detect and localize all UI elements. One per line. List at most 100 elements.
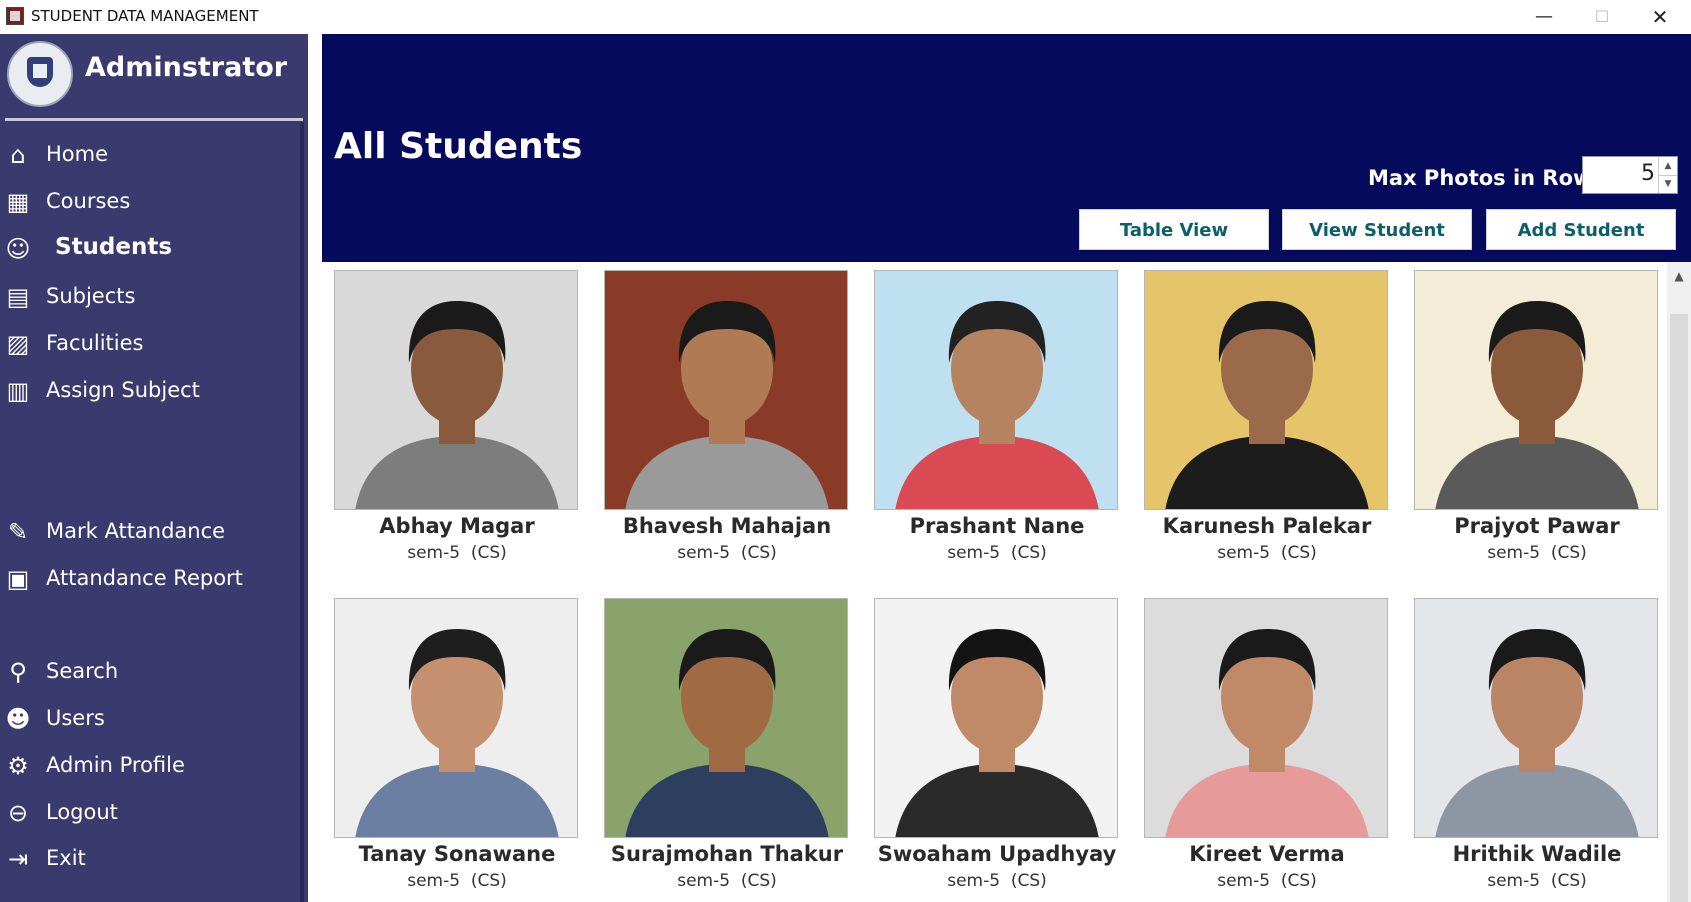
max-photos-spinner[interactable]: 5 ▲ ▼ (1582, 156, 1678, 194)
sidebar-item-faculities[interactable]: ▨ Faculities (0, 324, 300, 364)
student-name: Kireet Verma (1189, 842, 1345, 866)
student-card[interactable]: Tanay Sonawane sem-5 (CS) (322, 590, 578, 891)
sidebar-item-label: Logout (46, 800, 118, 824)
sidebar-item-label: Courses (46, 189, 131, 213)
student-semester: sem-5 (CS) (1217, 871, 1317, 891)
max-photos-label: Max Photos in Row (1368, 166, 1593, 190)
student-name: Surajmohan Thakur (610, 842, 844, 866)
sidebar-item-attandance-report[interactable]: ▣ Attandance Report (0, 559, 300, 599)
student-photo[interactable] (604, 270, 848, 510)
student-name: Tanay Sonawane (358, 842, 556, 866)
sidebar-item-home[interactable]: ⌂ Home (0, 135, 300, 175)
student-semester: sem-5 (CS) (677, 871, 777, 891)
student-photo[interactable] (334, 598, 578, 838)
student-card[interactable]: Bhavesh Mahajan sem-5 (CS) (592, 262, 848, 563)
student-card[interactable]: Hrithik Wadile sem-5 (CS) (1402, 590, 1658, 891)
view-student-button[interactable]: View Student (1282, 209, 1472, 250)
sidebar-item-search[interactable]: ⚲ Search (0, 652, 300, 692)
student-name: Hrithik Wadile (1452, 842, 1622, 866)
student-photo[interactable] (1414, 270, 1658, 510)
users-icon: ☻ (5, 705, 31, 733)
exit-icon: ⇥ (7, 845, 29, 873)
student-semester: sem-5 (CS) (1217, 543, 1317, 563)
add-student-button[interactable]: Add Student (1486, 209, 1676, 250)
sidebar-item-exit[interactable]: ⇥ Exit (0, 839, 300, 879)
student-semester: sem-5 (CS) (407, 543, 507, 563)
student-photo[interactable] (874, 270, 1118, 510)
sidebar-item-label: Search (46, 659, 119, 683)
sidebar-item-label: Home (46, 142, 109, 166)
courses-icon: ▦ (6, 188, 30, 216)
minimize-button[interactable]: — (1515, 0, 1573, 34)
sidebar-item-label: Exit (46, 846, 86, 870)
table-view-button[interactable]: Table View (1079, 209, 1269, 250)
subjects-icon: ▤ (6, 283, 30, 311)
page-header: All Students Max Photos in Row 5 ▲ ▼ Tab… (322, 34, 1691, 262)
sidebar-title: Adminstrator (85, 52, 288, 83)
sidebar-item-label: Admin Profile (46, 753, 185, 777)
sidebar-item-label: Faculities (46, 331, 144, 355)
student-photo[interactable] (1144, 270, 1388, 510)
student-semester: sem-5 (CS) (1487, 543, 1587, 563)
student-photo[interactable] (874, 598, 1118, 838)
scroll-up-icon[interactable]: ▲ (1667, 268, 1691, 284)
sidebar-item-label: Users (46, 706, 105, 730)
grid-scrollbar[interactable]: ▲ (1667, 262, 1691, 902)
sidebar-scrollbar[interactable] (300, 122, 304, 902)
student-photo[interactable] (604, 598, 848, 838)
sidebar-divider (5, 118, 303, 121)
student-name: Swoaham Upadhyay (877, 842, 1117, 866)
student-photo[interactable] (1414, 598, 1658, 838)
student-card[interactable]: Prajyot Pawar sem-5 (CS) (1402, 262, 1658, 563)
window-title: STUDENT DATA MANAGEMENT (31, 7, 259, 25)
student-icon: ☺ (5, 235, 31, 263)
sidebar-item-label: Students (55, 234, 173, 260)
sidebar-item-admin-profile[interactable]: ⚙ Admin Profile (0, 746, 300, 786)
attendance-icon: ✎ (7, 518, 29, 546)
home-icon: ⌂ (10, 141, 26, 169)
student-name: Abhay Magar (379, 514, 535, 538)
logout-icon: ⊖ (7, 799, 29, 827)
close-button[interactable]: ✕ (1631, 0, 1689, 34)
student-card[interactable]: Kireet Verma sem-5 (CS) (1132, 590, 1388, 891)
sidebar-item-assign-subject[interactable]: ▥ Assign Subject (0, 371, 300, 411)
student-grid: Abhay Magar sem-5 (CS) Bhavesh Mahajan sem-… (322, 262, 1667, 902)
maximize-button[interactable]: ☐ (1573, 0, 1631, 34)
student-card[interactable]: Swoaham Upadhyay sem-5 (CS) (862, 590, 1118, 891)
student-semester: sem-5 (CS) (1487, 871, 1587, 891)
spinner-up-icon[interactable]: ▲ (1658, 157, 1677, 176)
faculties-icon: ▨ (6, 330, 30, 358)
student-card[interactable]: Surajmohan Thakur sem-5 (CS) (592, 590, 848, 891)
assign-icon: ▥ (6, 377, 30, 405)
sidebar-item-label: Attandance Report (46, 566, 243, 590)
student-photo[interactable] (334, 270, 578, 510)
student-semester: sem-5 (CS) (677, 543, 777, 563)
student-photo[interactable] (1144, 598, 1388, 838)
sidebar-item-users[interactable]: ☻ Users (0, 699, 300, 739)
student-card[interactable]: Abhay Magar sem-5 (CS) (322, 262, 578, 563)
student-card[interactable]: Karunesh Palekar sem-5 (CS) (1132, 262, 1388, 563)
student-name: Bhavesh Mahajan (622, 514, 832, 538)
student-name: Karunesh Palekar (1162, 514, 1372, 538)
student-semester: sem-5 (CS) (947, 871, 1047, 891)
page-title: All Students (334, 126, 583, 167)
max-photos-value[interactable]: 5 (1641, 161, 1655, 186)
sidebar-item-logout[interactable]: ⊖ Logout (0, 793, 300, 833)
student-card[interactable]: Prashant Nane sem-5 (CS) (862, 262, 1118, 563)
report-icon: ▣ (6, 565, 30, 593)
sidebar-item-label: Assign Subject (46, 378, 200, 402)
sidebar-item-mark-attandance[interactable]: ✎ Mark Attandance (0, 512, 300, 552)
spinner-down-icon[interactable]: ▼ (1658, 175, 1677, 193)
student-semester: sem-5 (CS) (947, 543, 1047, 563)
student-semester: sem-5 (CS) (407, 871, 507, 891)
student-name: Prashant Nane (909, 514, 1085, 538)
college-logo (7, 41, 73, 107)
search-icon: ⚲ (9, 658, 27, 686)
sidebar-item-students[interactable]: ☺ Students (0, 229, 300, 269)
sidebar-item-courses[interactable]: ▦ Courses (0, 182, 300, 222)
sidebar-item-subjects[interactable]: ▤ Subjects (0, 277, 300, 317)
student-name: Prajyot Pawar (1454, 514, 1620, 538)
admin-profile-icon: ⚙ (7, 752, 29, 780)
sidebar-item-label: Subjects (46, 284, 136, 308)
scroll-thumb[interactable] (1670, 314, 1688, 902)
